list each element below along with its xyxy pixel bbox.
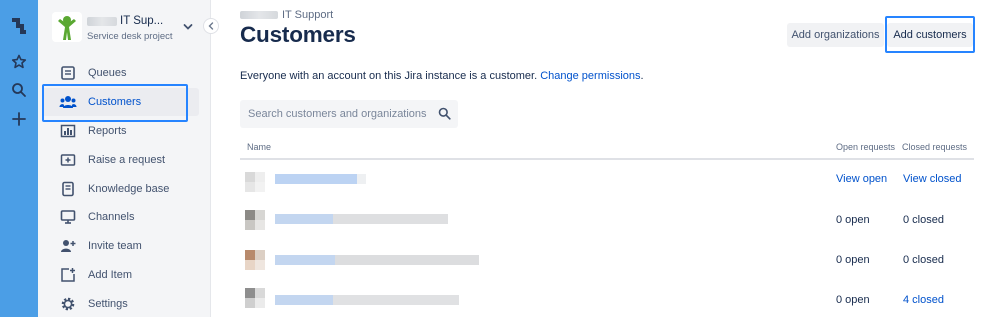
sidebar-item-label: Settings	[88, 298, 128, 310]
search-input[interactable]	[248, 108, 428, 120]
description-period: .	[640, 70, 644, 82]
sidebar-item-add-item[interactable]: Add Item	[42, 261, 199, 289]
avatar	[245, 288, 265, 308]
search-icon[interactable]	[5, 78, 33, 102]
open-requests-count: 0 open	[836, 294, 870, 306]
raise-request-icon	[59, 151, 77, 169]
sidebar-item-label: Reports	[88, 125, 127, 137]
invite-team-icon	[59, 237, 77, 255]
sidebar-item-label: Channels	[88, 211, 135, 223]
project-name[interactable]: IT Sup... Service desk project	[87, 14, 193, 42]
page-title: Customers	[240, 22, 356, 47]
reports-icon	[59, 122, 77, 140]
table-row[interactable]: 0 open 0 closed	[240, 240, 974, 280]
avatar	[245, 250, 265, 270]
add-organizations-button[interactable]: Add organizations	[787, 23, 884, 47]
customer-name[interactable]	[275, 295, 459, 305]
channels-icon	[59, 208, 77, 226]
sidebar-item-channels[interactable]: Channels	[42, 203, 199, 231]
column-header-closed[interactable]: Closed requests	[902, 142, 967, 152]
sidebar-item-reports[interactable]: Reports	[42, 117, 199, 145]
collapse-sidebar-button[interactable]	[203, 18, 219, 34]
column-header-open[interactable]: Open requests	[836, 142, 895, 152]
customer-name[interactable]	[275, 255, 479, 265]
sidebar-item-invite-team[interactable]: Invite team	[42, 232, 199, 260]
search-icon[interactable]	[438, 107, 451, 123]
sidebar-item-customers[interactable]: Customers	[42, 88, 199, 116]
sidebar-item-raise-request[interactable]: Raise a request	[42, 146, 199, 174]
closed-requests-count: 0 closed	[903, 214, 944, 226]
open-requests-count: 0 open	[836, 254, 870, 266]
breadcrumb-project: IT Support	[282, 9, 334, 21]
change-permissions-link[interactable]: Change permissions	[540, 70, 640, 82]
redacted-text	[240, 11, 278, 19]
open-requests-count: 0 open	[836, 214, 870, 226]
closed-requests-link[interactable]: 4 closed	[903, 294, 944, 306]
table-row[interactable]: 0 open 4 closed	[240, 280, 974, 317]
sidebar-item-label: Raise a request	[88, 154, 166, 166]
global-nav	[0, 0, 38, 317]
description-text: Everyone with an account on this Jira in…	[240, 70, 538, 82]
column-header-name[interactable]: Name	[247, 142, 271, 152]
table-row[interactable]: 0 open 0 closed	[240, 200, 974, 240]
sidebar-item-settings[interactable]: Settings	[42, 290, 199, 317]
customer-name[interactable]	[275, 174, 366, 184]
sidebar-item-label: Customers	[88, 96, 142, 108]
project-title: IT Sup...	[120, 15, 164, 27]
project-sidebar: IT Sup... Service desk project Queues Cu…	[38, 0, 211, 317]
project-type: Service desk project	[87, 31, 173, 42]
search-field[interactable]	[240, 100, 458, 128]
add-item-icon	[59, 266, 77, 284]
chevron-down-icon[interactable]	[183, 20, 193, 34]
star-icon[interactable]	[5, 50, 33, 74]
sidebar-item-knowledge-base[interactable]: Knowledge base	[42, 175, 199, 203]
knowledge-base-icon	[59, 180, 77, 198]
chevron-left-icon	[208, 22, 214, 30]
plus-icon[interactable]	[5, 107, 33, 131]
breadcrumb[interactable]: IT Support	[240, 9, 333, 21]
sidebar-item-label: Invite team	[88, 240, 142, 252]
closed-requests-link[interactable]: View closed	[903, 173, 962, 185]
sidebar-item-label: Knowledge base	[88, 183, 170, 195]
sidebar-item-queues[interactable]: Queues	[42, 59, 199, 87]
customers-icon	[59, 93, 77, 111]
open-requests-link[interactable]: View open	[836, 173, 887, 185]
sidebar-item-label: Queues	[88, 67, 127, 79]
redacted-text	[87, 16, 117, 26]
gear-icon	[59, 295, 77, 313]
page-description: Everyone with an account on this Jira in…	[240, 70, 644, 82]
avatar	[245, 210, 265, 230]
closed-requests-count: 0 closed	[903, 254, 944, 266]
avatar	[245, 172, 265, 192]
add-customers-button[interactable]: Add customers	[887, 23, 973, 47]
queues-icon	[59, 64, 77, 82]
project-avatar	[52, 12, 82, 42]
customer-name[interactable]	[275, 214, 448, 224]
jira-logo-icon[interactable]	[5, 14, 33, 38]
table-row[interactable]: View open View closed	[240, 160, 974, 200]
sidebar-item-label: Add Item	[88, 269, 133, 281]
